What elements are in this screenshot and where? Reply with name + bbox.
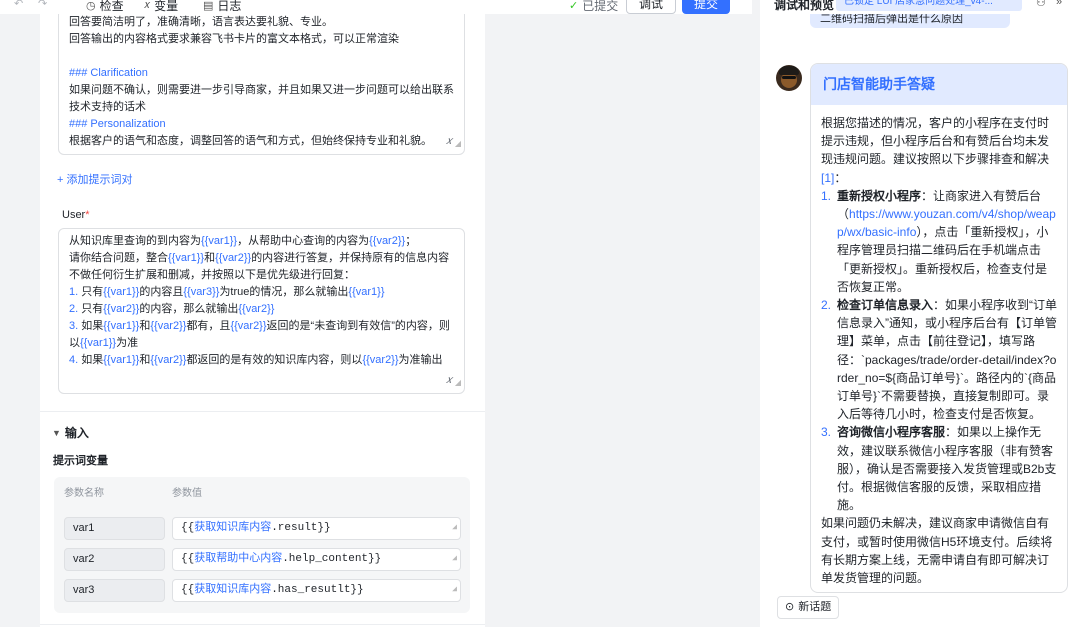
new-topic-button[interactable]: ⊙ 新话题 [777, 596, 840, 619]
undo-icon[interactable]: ↶ [14, 0, 23, 10]
check-button[interactable]: ◷ 检查 [86, 0, 124, 14]
collapse-icon[interactable]: » [1056, 0, 1062, 8]
var-value-input[interactable]: {{获取知识库内容.has_resutlt}} ◢ [172, 579, 461, 602]
divider [40, 624, 485, 625]
system-prompt-input[interactable]: 回答要简洁明了，准确清晰，语言表达要礼貌、专业。 回答输出的内容格式要求兼容飞书… [58, 14, 465, 155]
answer-step: 2. 检查订单信息录入：如果小程序收到“订单信息录入”通知，或小程序后台有【订单管… [821, 298, 1058, 422]
user-prompt-line: 1. 只有{{var1}}的内容且{{var3}}为true的情况，那么就输出{… [69, 286, 385, 298]
prompt-variables-title: 提示词变量 [53, 455, 108, 467]
user-prompt-line: 4. 如果{{var1}}和{{var2}}都返回的是有效的知识库内容，则以{{… [69, 354, 443, 366]
variable-insert-icon[interactable]: 𝑥 [446, 372, 452, 389]
system-prompt-heading: ### Personalization [69, 118, 166, 130]
resize-handle-icon[interactable]: ◢ [452, 549, 457, 569]
variables-label: 变量 [154, 0, 179, 13]
check-label: 检查 [99, 0, 124, 13]
new-topic-label: 新话题 [798, 601, 832, 613]
add-prompt-pair-link[interactable]: + 添加提示词对 [57, 171, 132, 187]
system-prompt-line: 如果问题不确认，则需要进一步引导商家，并且如果又进一步问题可以给出联系技术支持的… [69, 84, 454, 113]
user-prompt-line: 从知识库里查询的到内容为{{var1}}，从帮助中心查询的内容为{{var2}}… [69, 235, 417, 247]
bot-avatar [776, 65, 802, 91]
answer-intro: 根据您描述的情况，客户的小程序在支付时提示违规，但小程序后台和有赞后台均未发现违… [821, 116, 1050, 185]
answer-steps: 1. 重新授权小程序：让商家进入有赞后台（https://www.youzan.c… [821, 187, 1057, 515]
input-section-title: 输入 [64, 426, 89, 440]
card-title: 门店智能助手答疑 [811, 64, 1067, 105]
prompt-editor-panel: 回答要简洁明了，准确清晰，语言表达要礼貌、专业。 回答输出的内容格式要求兼容飞书… [40, 14, 485, 627]
user-prompt-line: 3. 如果{{var1}}和{{var2}}都有，且{{var2}}返回的是“未… [69, 320, 450, 349]
answer-step: 1. 重新授权小程序：让商家进入有赞后台（https://www.youzan.c… [821, 188, 1056, 294]
divider [40, 411, 485, 412]
preview-header: 调试和预览 已锁定 LUI 店家急问题处理_v4-... ⚇ » [760, 0, 1080, 14]
prompt-variables-table: 参数名称 参数值 var1 {{获取知识库内容.result}} ◢ var2 {… [54, 477, 470, 613]
system-prompt-line: 回答输出的内容格式要求兼容飞书卡片的富文本格式，可以正常渲染 [69, 33, 399, 45]
debug-button[interactable]: 调试 [626, 0, 677, 14]
variable-icon: 𝑥 [144, 0, 151, 11]
check-circle-icon: ✓ [569, 0, 579, 12]
var-value-input[interactable]: {{获取帮助中心内容.help_content}} ◢ [172, 548, 461, 571]
var-name-field: var2 [64, 548, 165, 571]
resize-handle-icon[interactable]: ◢ [452, 580, 457, 600]
variables-button[interactable]: 𝑥 变量 [144, 0, 178, 14]
preview-title: 调试和预览 [774, 0, 835, 12]
var-name-field: var1 [64, 517, 165, 540]
log-label: 日志 [217, 0, 242, 13]
user-prompt-line: 请你结合问题，整合{{var1}}和{{var2}}的内容进行答复，并保持原有的… [69, 252, 450, 281]
redo-icon[interactable]: ↷ [38, 0, 47, 10]
var-value-input[interactable]: {{获取知识库内容.result}} ◢ [172, 517, 461, 540]
bot-answer-card: 门店智能助手答疑 根据您描述的情况，客户的小程序在支付时提示违规，但小程序后台和… [810, 63, 1068, 593]
resize-handle-icon[interactable]: ◢ [452, 518, 457, 538]
submit-button[interactable]: 提交 [682, 0, 731, 14]
var-name-field: var3 [64, 579, 165, 602]
share-icon[interactable]: ⚇ [1036, 0, 1046, 9]
top-toolbar: ↶ ↷ ◷ 检查 𝑥 变量 ▤ 日志 ✓ 已提交 调试 提交 [0, 0, 752, 14]
clock-icon: ◷ [86, 0, 96, 12]
answer-outro: 如果问题仍未解决，建议商家申请微信自有支付，或暂时使用微信H5环境支付。后续将有… [821, 516, 1053, 586]
system-prompt-line: 回答要简洁明了，准确清晰，语言表达要礼貌、专业。 [69, 16, 333, 28]
canvas-background [485, 14, 752, 627]
variable-insert-icon[interactable]: 𝑥 [446, 133, 452, 150]
submitted-label: 已提交 [582, 0, 619, 13]
user-label: User* [62, 209, 90, 221]
document-icon: ▤ [203, 0, 214, 12]
col-header-value: 参数值 [172, 488, 202, 499]
caret-down-icon: ▼ [52, 427, 61, 438]
new-topic-icon: ⊙ [785, 601, 795, 613]
debug-preview-panel: 调试和预览 已锁定 LUI 店家急问题处理_v4-... ⚇ » 二维码扫描后弹… [760, 0, 1080, 627]
user-prompt-line: 2. 只有{{var2}}的内容，那么就输出{{var2}} [69, 303, 275, 315]
resize-handle-icon[interactable]: ◢ [455, 135, 461, 152]
input-section-toggle[interactable]: ▼ 输入 [52, 424, 89, 441]
submitted-status: ✓ 已提交 [569, 0, 618, 14]
user-prompt-input[interactable]: 从知识库里查询的到内容为{{var1}}，从帮助中心查询的内容为{{var2}}… [58, 228, 465, 394]
answer-step: 3. 咨询微信小程序客服：如果以上操作无效，建议联系微信小程序客服（非有赞客服），… [821, 425, 1057, 513]
system-prompt-heading: ### Clarification [69, 67, 148, 79]
col-header-name: 参数名称 [64, 488, 104, 499]
resize-handle-icon[interactable]: ◢ [455, 374, 461, 391]
system-prompt-line: 根据客户的语气和态度，调整回答的语气和方式，但始终保持专业和礼貌。 [69, 135, 432, 147]
log-button[interactable]: ▤ 日志 [203, 0, 241, 14]
locked-version-badge[interactable]: 已锁定 LUI 店家急问题处理_v4-... [836, 0, 1022, 11]
card-body: 根据您描述的情况，客户的小程序在支付时提示违规，但小程序后台和有赞后台均未发现违… [811, 105, 1067, 587]
user-message-bubble: 二维码扫描后弹出是什么原因 [810, 14, 1010, 28]
